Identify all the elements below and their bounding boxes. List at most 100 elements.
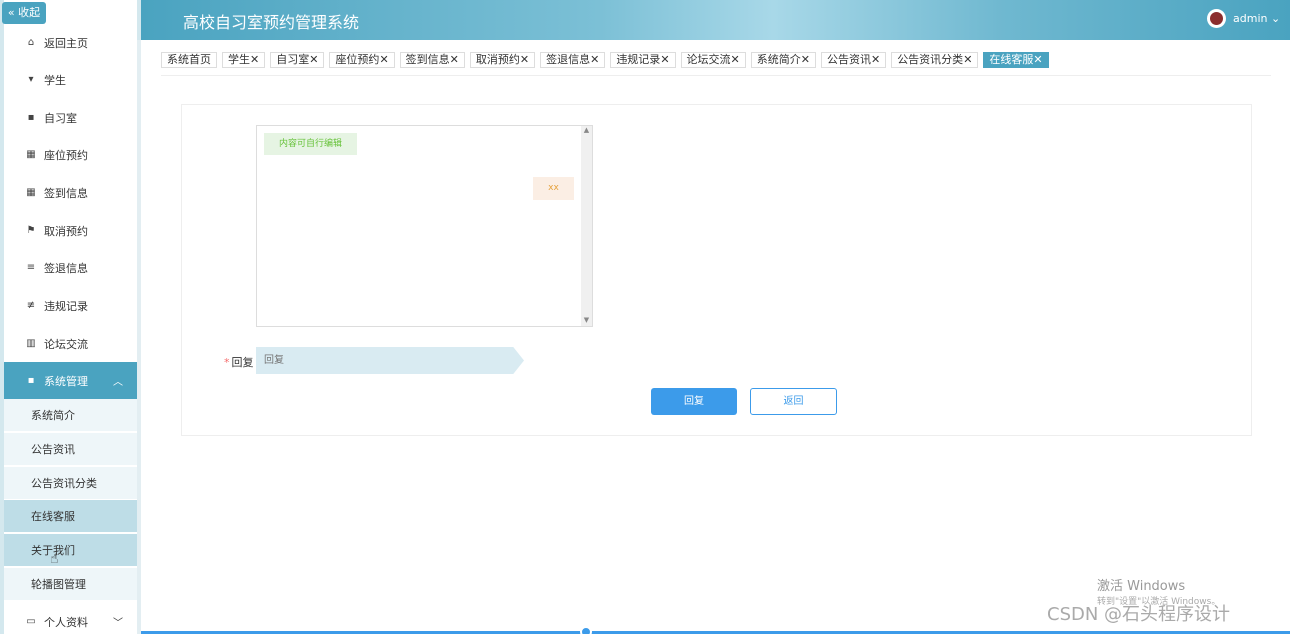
tab-label: 学生 bbox=[228, 53, 250, 66]
close-icon[interactable]: ✕ bbox=[660, 53, 669, 66]
sub-item-online-service[interactable]: 在线客服 bbox=[4, 500, 137, 533]
close-icon[interactable]: ✕ bbox=[1033, 53, 1042, 66]
progress-handle[interactable] bbox=[580, 626, 592, 634]
tab-label: 自习室 bbox=[276, 53, 310, 66]
close-icon[interactable]: ✕ bbox=[309, 53, 318, 66]
app-title: 高校自习室预约管理系统 bbox=[183, 13, 360, 32]
grid-icon: ▦ bbox=[26, 187, 36, 198]
sidebar-item-label: 自习室 bbox=[44, 111, 77, 125]
chat-message-received: 内容可自行编辑 bbox=[264, 133, 357, 155]
tab-violations[interactable]: 违规记录✕ bbox=[610, 52, 676, 68]
id-card-icon: ▭ bbox=[26, 616, 36, 627]
chat-window[interactable] bbox=[256, 125, 593, 327]
csdn-watermark: CSDN @石头程序设计 bbox=[1047, 604, 1231, 625]
sub-item-carousel[interactable]: 轮播图管理 bbox=[4, 568, 137, 601]
sidebar-item-student[interactable]: ▾ 学生 bbox=[4, 61, 137, 98]
sidebar-item-label: 学生 bbox=[44, 73, 66, 87]
tab-divider bbox=[161, 75, 1271, 76]
tab-label: 论坛交流 bbox=[686, 53, 731, 66]
reply-button[interactable]: 回复 bbox=[651, 388, 737, 415]
sidebar-item-cancel-booking[interactable]: ⚑ 取消预约 bbox=[4, 212, 137, 249]
sidebar-item-forum[interactable]: ▥ 论坛交流 bbox=[4, 325, 137, 362]
sidebar-item-label: 签退信息 bbox=[44, 261, 88, 275]
chart-icon: ▥ bbox=[26, 338, 36, 349]
chevron-down-icon: ⌄ bbox=[1270, 12, 1281, 25]
windows-activation-watermark: 激活 Windows bbox=[1097, 579, 1186, 594]
list-icon: ≡ bbox=[26, 262, 36, 273]
chevron-up-icon: ︿ bbox=[113, 377, 123, 388]
required-marker: * bbox=[224, 356, 230, 369]
tab-label: 取消预约 bbox=[475, 53, 520, 66]
sidebar-item-label: 取消预约 bbox=[44, 224, 88, 238]
sidebar-item-label: 个人资料 bbox=[44, 615, 88, 629]
tab-student[interactable]: 学生✕ bbox=[222, 52, 266, 68]
chat-scrollbar[interactable]: ▲ ▼ bbox=[581, 126, 592, 326]
tab-announcement-categories[interactable]: 公告资讯分类✕ bbox=[891, 52, 979, 68]
sidebar-item-violations[interactable]: ≢ 违规记录 bbox=[4, 287, 137, 324]
tab-forum[interactable]: 论坛交流✕ bbox=[680, 52, 746, 68]
tab-checkout[interactable]: 签退信息✕ bbox=[540, 52, 606, 68]
close-icon[interactable]: ✕ bbox=[963, 53, 972, 66]
sidebar-item-label: 系统管理 bbox=[44, 374, 88, 388]
sidebar-item-seat-booking[interactable]: ▦ 座位预约 bbox=[4, 136, 137, 173]
tab-label: 座位预约 bbox=[335, 53, 380, 66]
tab-bar: 系统首页 学生✕ 自习室✕ 座位预约✕ 签到信息✕ 取消预约✕ 签退信息✕ 违规… bbox=[161, 52, 1049, 68]
collapse-button[interactable]: « 收起 bbox=[2, 2, 46, 24]
scroll-down-icon[interactable]: ▼ bbox=[581, 316, 592, 326]
sub-item-about-us[interactable]: 关于我们 bbox=[4, 534, 137, 567]
tab-label: 系统简介 bbox=[756, 53, 801, 66]
sidebar-scrollbar[interactable] bbox=[137, 40, 141, 634]
chat-message-sent: xx bbox=[533, 177, 574, 200]
user-menu[interactable]: admin ⌄ bbox=[1233, 12, 1280, 25]
username: admin bbox=[1233, 12, 1268, 25]
home-icon: ⌂ bbox=[27, 37, 35, 48]
tab-checkin[interactable]: 签到信息✕ bbox=[399, 52, 465, 68]
reply-input[interactable] bbox=[256, 347, 524, 374]
sidebar-item-label: 座位预约 bbox=[44, 148, 88, 162]
scroll-up-icon[interactable]: ▲ bbox=[581, 126, 592, 136]
tab-label: 系统首页 bbox=[167, 53, 211, 66]
reply-label-text: 回复 bbox=[231, 356, 254, 369]
sliders-icon: ≢ bbox=[26, 300, 36, 311]
sidebar-item-study-room[interactable]: ▪ 自习室 bbox=[4, 99, 137, 136]
close-icon[interactable]: ✕ bbox=[731, 53, 740, 66]
tab-label: 违规记录 bbox=[616, 53, 661, 66]
close-icon[interactable]: ✕ bbox=[250, 53, 259, 66]
back-button[interactable]: 返回 bbox=[750, 388, 837, 415]
tab-label: 在线客服 bbox=[989, 53, 1034, 66]
tab-online-service[interactable]: 在线客服✕ bbox=[983, 52, 1049, 68]
reply-label: * 回复 bbox=[224, 354, 254, 370]
tab-label: 公告资讯分类 bbox=[897, 53, 964, 66]
sidebar-item-home[interactable]: ⌂ 返回主页 bbox=[4, 24, 137, 61]
tab-label: 签退信息 bbox=[546, 53, 591, 66]
close-icon[interactable]: ✕ bbox=[450, 53, 459, 66]
user-avatar[interactable] bbox=[1207, 9, 1226, 28]
sub-item-system-intro[interactable]: 系统简介 bbox=[4, 399, 137, 432]
tab-cancel-booking[interactable]: 取消预约✕ bbox=[469, 52, 536, 68]
sidebar-item-profile[interactable]: ▭ 个人资料 ﹀ bbox=[4, 603, 137, 634]
tab-study-room[interactable]: 自习室✕ bbox=[270, 52, 325, 68]
avatar-image bbox=[1210, 12, 1223, 25]
flag-icon: ⚑ bbox=[26, 225, 36, 236]
tab-seat-booking[interactable]: 座位预约✕ bbox=[329, 52, 395, 68]
top-header: 高校自习室预约管理系统 admin ⌄ bbox=[141, 0, 1290, 40]
sidebar-item-checkin[interactable]: ▦ 签到信息 bbox=[4, 174, 137, 211]
close-icon[interactable]: ✕ bbox=[871, 53, 880, 66]
sub-item-announcement-categories[interactable]: 公告资讯分类 bbox=[4, 467, 137, 500]
sidebar-item-checkout[interactable]: ≡ 签退信息 bbox=[4, 249, 137, 286]
sub-item-announcements[interactable]: 公告资讯 bbox=[4, 433, 137, 466]
chevron-down-icon: ﹀ bbox=[113, 618, 123, 629]
close-icon[interactable]: ✕ bbox=[520, 53, 529, 66]
sidebar-item-system-management[interactable]: ▪ 系统管理 ︿ bbox=[4, 362, 137, 399]
close-icon[interactable]: ✕ bbox=[801, 53, 810, 66]
monitor-icon: ▪ bbox=[27, 112, 35, 123]
tab-system-intro[interactable]: 系统简介✕ bbox=[750, 52, 816, 68]
close-icon[interactable]: ✕ bbox=[379, 53, 388, 66]
sidebar-item-label: 违规记录 bbox=[44, 299, 88, 313]
pointer-cursor-icon: ☝ bbox=[50, 551, 59, 567]
tab-announcements[interactable]: 公告资讯✕ bbox=[820, 52, 887, 68]
tab-home[interactable]: 系统首页 bbox=[161, 52, 217, 68]
sidebar-item-label: 论坛交流 bbox=[44, 337, 88, 351]
sidebar-item-label: 签到信息 bbox=[44, 186, 88, 200]
close-icon[interactable]: ✕ bbox=[590, 53, 599, 66]
